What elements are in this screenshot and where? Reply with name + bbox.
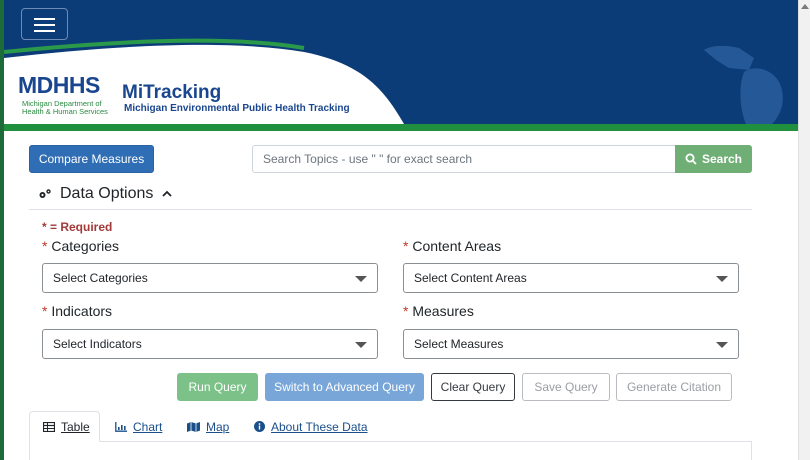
map-icon — [187, 421, 200, 432]
content-areas-label: * Content Areas — [403, 238, 502, 254]
run-query-button[interactable]: Run Query — [177, 373, 258, 401]
chevron-down-icon — [355, 276, 367, 282]
required-mark: * — [42, 238, 48, 254]
app-subtitle: Michigan Environmental Public Health Tra… — [124, 103, 350, 114]
menu-toggle-button[interactable] — [21, 8, 68, 40]
save-query-button[interactable]: Save Query — [522, 373, 610, 401]
search-button[interactable]: Search — [675, 145, 752, 173]
required-mark: * — [403, 238, 409, 254]
hamburger-bar-icon — [34, 24, 55, 26]
switch-advanced-query-button[interactable]: Switch to Advanced Query — [265, 373, 424, 401]
tab-map-label: Map — [206, 419, 230, 434]
chevron-down-icon — [716, 342, 728, 348]
scroll-up-arrow-icon[interactable] — [801, 4, 809, 9]
required-note: * = Required — [42, 220, 113, 234]
mdhhs-logo[interactable]: MDHHS Michigan Department of Health & Hu… — [18, 72, 358, 120]
required-mark: * — [403, 303, 409, 319]
tab-map[interactable]: Map — [187, 411, 229, 442]
section-divider — [29, 209, 752, 210]
chevron-down-icon — [716, 276, 728, 282]
michigan-upper-peninsula-shape — [704, 45, 754, 70]
tab-chart-label: Chart — [133, 419, 163, 434]
search-button-label: Search — [701, 152, 743, 166]
categories-label: * Categories — [42, 238, 120, 254]
required-mark: * — [42, 303, 48, 319]
content-areas-select-value: Select Content Areas — [414, 271, 527, 285]
agency-abbrev: MDHHS — [18, 72, 100, 98]
tab-table[interactable]: Table — [29, 411, 100, 442]
tab-chart[interactable]: Chart — [115, 411, 162, 442]
hamburger-bar-icon — [34, 18, 55, 20]
categories-select[interactable]: Select Categories — [42, 263, 378, 293]
measures-select[interactable]: Select Measures — [403, 329, 739, 359]
indicators-select[interactable]: Select Indicators — [42, 329, 378, 359]
data-options-toggle[interactable]: Data Options — [38, 183, 173, 205]
tab-content-panel — [29, 441, 752, 460]
table-icon — [43, 421, 55, 432]
content-areas-select[interactable]: Select Content Areas — [403, 263, 739, 293]
chevron-up-icon — [162, 190, 173, 197]
chevron-down-icon — [355, 342, 367, 348]
hamburger-bar-icon — [34, 30, 55, 32]
measures-label: * Measures — [403, 303, 474, 319]
measures-select-value: Select Measures — [414, 337, 504, 351]
categories-select-value: Select Categories — [53, 271, 148, 285]
info-icon — [254, 421, 265, 432]
tab-about-data[interactable]: About These Data — [254, 411, 368, 442]
site-header: MDHHS Michigan Department of Health & Hu… — [4, 0, 798, 124]
agency-full-name: Michigan Department of Health & Human Se… — [22, 99, 108, 116]
generate-citation-button[interactable]: Generate Citation — [616, 373, 732, 401]
data-options-title: Data Options — [60, 185, 154, 202]
chart-icon — [115, 421, 127, 432]
gears-icon — [39, 189, 51, 198]
tab-about-data-label: About These Data — [271, 419, 368, 434]
vertical-scrollbar[interactable] — [798, 0, 810, 460]
indicators-label: * Indicators — [42, 303, 113, 319]
compare-measures-button[interactable]: Compare Measures — [29, 145, 154, 173]
clear-query-button[interactable]: Clear Query — [431, 373, 515, 401]
search-topics-input[interactable] — [252, 145, 676, 173]
indicators-select-value: Select Indicators — [53, 337, 142, 351]
search-icon — [685, 153, 697, 165]
header-accent-bar — [4, 124, 798, 131]
michigan-lower-peninsula-shape — [740, 68, 783, 124]
app-title: MiTracking — [122, 82, 222, 103]
tab-table-label: Table — [61, 419, 90, 434]
